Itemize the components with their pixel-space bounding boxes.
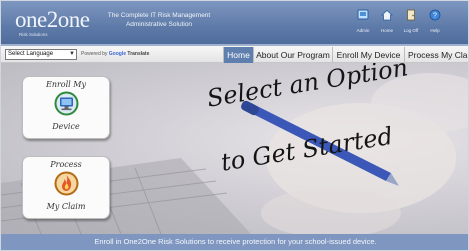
log-off-link[interactable]: Log Off (399, 9, 423, 33)
google-logo: Google (108, 51, 127, 57)
app-window: one2one Risk Solutions The Complete IT R… (0, 0, 469, 251)
help-icon: ? (429, 9, 441, 21)
enroll-card-subtitle: Device (52, 122, 80, 131)
help-label: Help (430, 28, 440, 33)
powered-by-google-translate[interactable]: Powered by Google Translate (81, 51, 149, 57)
logo[interactable]: one2one Risk Solutions (15, 8, 95, 38)
footer-banner: Enroll in One2One Risk Solutions to rece… (1, 234, 468, 250)
translate-label: Translate (127, 51, 150, 57)
log-off-icon (407, 9, 415, 21)
hero-banner: Enroll My Device Process My Claim Select… (1, 63, 468, 234)
tab-process-my-claim[interactable]: Process My Claim (404, 47, 468, 63)
tagline: The Complete IT Risk Management Administ… (99, 11, 219, 29)
tagline-line-1: The Complete IT Risk Management (107, 12, 211, 19)
admin-icon (357, 9, 369, 20)
home-link[interactable]: Home (375, 9, 399, 33)
tab-enroll-my-device[interactable]: Enroll My Device (332, 47, 404, 63)
admin-link[interactable]: Admin (351, 9, 375, 33)
process-my-claim-card[interactable]: Process My Claim (22, 156, 110, 219)
admin-label: Admin (356, 28, 370, 33)
tab-about-our-program[interactable]: About Our Program (253, 47, 332, 63)
help-link[interactable]: ? Help (423, 9, 447, 33)
chevron-down-icon: ▼ (69, 51, 75, 57)
computer-icon (54, 91, 78, 116)
powered-by-label: Powered by (81, 51, 108, 57)
logo-subtitle: Risk Solutions (19, 32, 48, 37)
tab-home[interactable]: Home (223, 47, 253, 63)
process-card-title: Process (50, 160, 82, 169)
enroll-my-device-card[interactable]: Enroll My Device (22, 76, 110, 139)
process-card-subtitle: My Claim (46, 202, 86, 211)
svg-text:?: ? (433, 13, 437, 20)
quick-nav: Admin Home Log Off ? Help (351, 9, 468, 41)
language-select-value: Select Language (8, 51, 54, 57)
enroll-card-title: Enroll My (45, 80, 86, 89)
home-label: Home (380, 28, 393, 33)
log-off-label: Log Off (403, 28, 419, 33)
language-select[interactable]: Select Language ▼ (5, 49, 77, 60)
tagline-line-2: Administrative Solution (125, 21, 193, 28)
logo-brand: one2one (15, 7, 90, 32)
site-header: one2one Risk Solutions The Complete IT R… (1, 1, 468, 44)
flame-icon (54, 171, 78, 196)
home-icon (381, 9, 393, 21)
menu-bar: Select Language ▼ Powered by Google Tran… (1, 44, 468, 63)
